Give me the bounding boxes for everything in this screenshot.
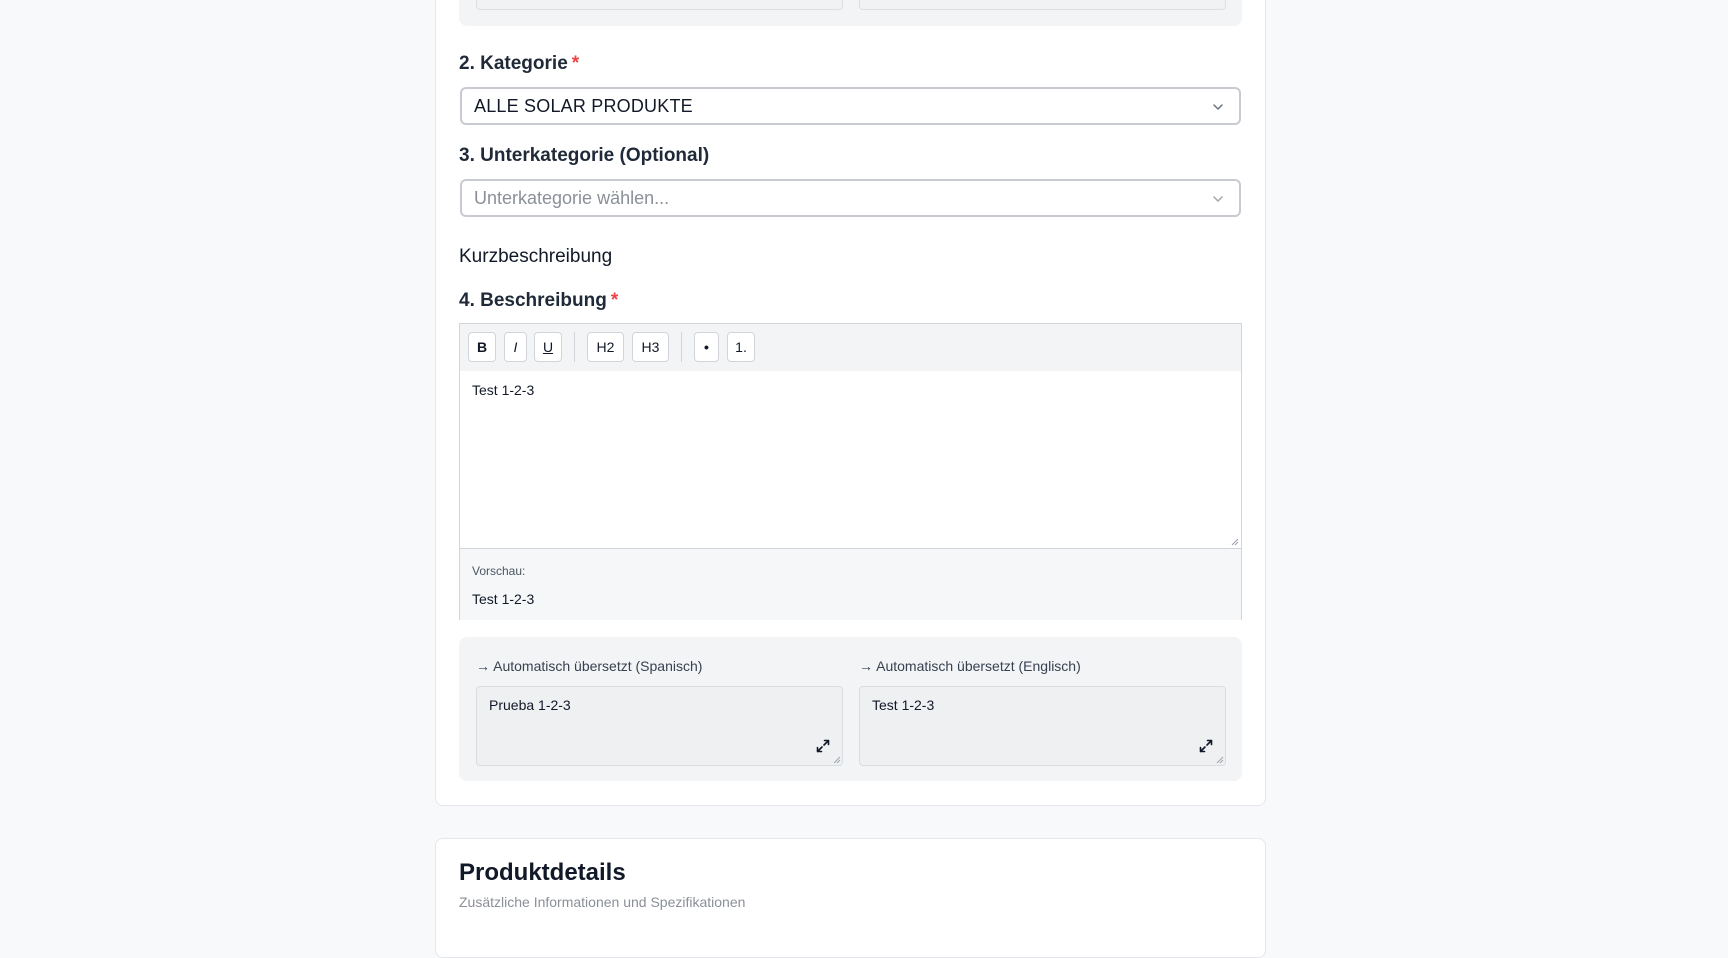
translation-text-en: Test 1-2-3: [872, 697, 935, 713]
italic-button[interactable]: I: [504, 332, 527, 362]
preview-text: Test 1-2-3: [472, 591, 535, 607]
translation-text-es: Prueba 1-2-3: [489, 697, 571, 713]
translation-label-en: → Automatisch übersetzt (Englisch): [859, 658, 1081, 674]
translation-field-es[interactable]: Prueba 1-2-3: [476, 686, 843, 766]
resize-grip-icon[interactable]: [1231, 538, 1239, 546]
toolbar-divider: [681, 332, 682, 362]
subcategory-placeholder: Unterkategorie wählen...: [474, 187, 670, 208]
chevron-down-icon: [1213, 104, 1223, 110]
heading3-button[interactable]: H3: [632, 332, 669, 362]
required-marker: *: [571, 53, 580, 74]
description-text: Test 1-2-3: [472, 382, 535, 398]
numbered-list-button[interactable]: 1.: [727, 332, 755, 362]
category-selected-value: ALLE SOLAR PRODUKTE: [474, 95, 693, 116]
description-label: 4. Beschreibung *: [459, 290, 619, 311]
toolbar-divider: [574, 332, 575, 362]
previous-translation-field-es[interactable]: [476, 0, 843, 10]
product-details-title: Produktdetails: [459, 859, 626, 886]
resize-grip-icon[interactable]: [833, 756, 841, 764]
underline-button[interactable]: U: [534, 332, 562, 362]
description-editor: B I U H2 H3 • 1. Test 1-2-3 Vorschau: Te…: [459, 323, 1242, 620]
previous-translation-field-en[interactable]: [859, 0, 1226, 10]
category-label: 2. Kategorie *: [459, 53, 580, 74]
product-details-subtitle: Zusätzliche Informationen und Spezifikat…: [459, 894, 746, 910]
expand-icon[interactable]: [1198, 738, 1214, 754]
description-textarea[interactable]: Test 1-2-3: [460, 371, 1241, 549]
required-marker: *: [610, 290, 619, 311]
translation-field-en[interactable]: Test 1-2-3: [859, 686, 1226, 766]
subcategory-label: 3. Unterkategorie (Optional): [459, 145, 710, 166]
bullet-list-button[interactable]: •: [694, 332, 719, 362]
preview-label: Vorschau:: [472, 564, 526, 578]
subcategory-select[interactable]: Unterkategorie wählen...: [460, 179, 1241, 217]
chevron-down-icon: [1213, 196, 1223, 202]
heading2-button[interactable]: H2: [587, 332, 624, 362]
translation-label-es: → Automatisch übersetzt (Spanisch): [476, 658, 703, 674]
category-select[interactable]: ALLE SOLAR PRODUKTE: [460, 87, 1241, 125]
expand-icon[interactable]: [815, 738, 831, 754]
resize-grip-icon[interactable]: [1216, 756, 1224, 764]
description-preview: Vorschau: Test 1-2-3: [460, 549, 1241, 620]
editor-toolbar: B I U H2 H3 • 1.: [460, 324, 1241, 372]
short-description-label: Kurzbeschreibung: [459, 246, 613, 267]
bold-button[interactable]: B: [468, 332, 496, 362]
